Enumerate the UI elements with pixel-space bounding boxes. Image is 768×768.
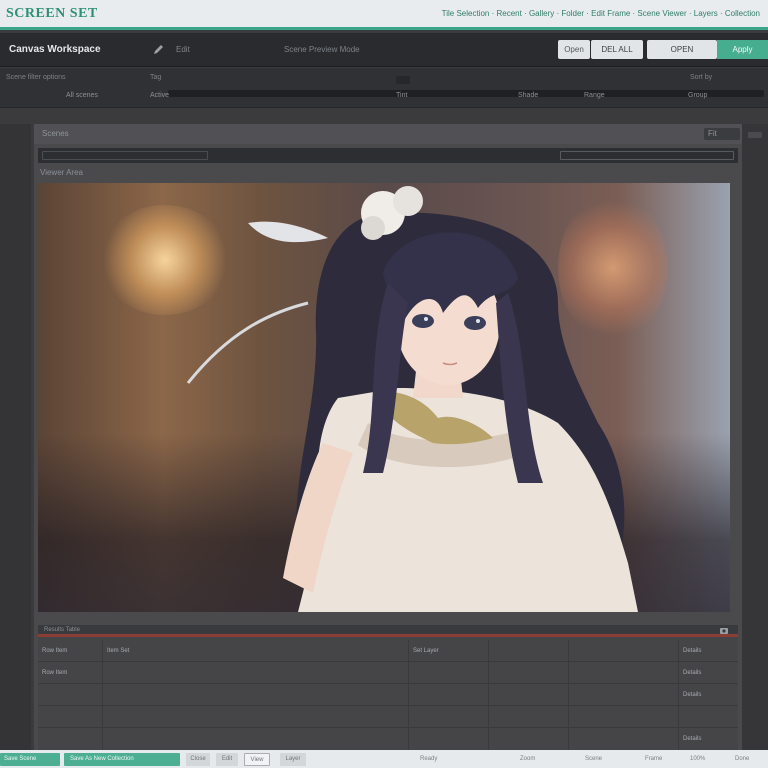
right-rail bbox=[742, 124, 768, 750]
table-cell: Set Layer bbox=[408, 640, 488, 662]
fit-toggle[interactable]: Fit bbox=[704, 128, 740, 140]
table-cell bbox=[102, 684, 408, 706]
path-field[interactable] bbox=[560, 151, 734, 160]
table-cell bbox=[408, 662, 488, 684]
rail-handle[interactable] bbox=[748, 132, 762, 138]
filter-row: Scene filter options Tag Sort by All sce… bbox=[0, 68, 768, 108]
table-header-bar: Results Table bbox=[38, 625, 738, 637]
edit-button[interactable]: Edit bbox=[216, 753, 238, 766]
table-cell: Row Item bbox=[42, 670, 68, 676]
close-button[interactable]: Close bbox=[186, 753, 210, 766]
table-cell bbox=[488, 728, 568, 750]
table-title: Results Table bbox=[44, 627, 80, 633]
table-cell: Row Item bbox=[42, 648, 68, 654]
apply-button[interactable]: Apply bbox=[717, 40, 768, 59]
table-cell bbox=[568, 640, 678, 662]
table-cell bbox=[568, 662, 678, 684]
table-cell bbox=[102, 728, 408, 750]
status-text: Zoom bbox=[520, 756, 536, 762]
table-body: Row Item Item Set Set Layer Details Row … bbox=[38, 640, 738, 750]
table-cell bbox=[488, 662, 568, 684]
top-title-strip: SCREEN SET Tile Selection · Recent · Gal… bbox=[0, 0, 768, 30]
table-cell bbox=[102, 662, 408, 684]
toolbar-hint: Edit bbox=[176, 45, 190, 54]
status-text: Done bbox=[735, 756, 750, 762]
table-cell bbox=[568, 684, 678, 706]
filter-chip[interactable]: Shade bbox=[518, 92, 538, 99]
filter-toggle[interactable] bbox=[396, 76, 410, 84]
left-sidebar-strip bbox=[0, 124, 31, 750]
filter-label: Sort by bbox=[690, 74, 713, 81]
table-cell bbox=[38, 706, 102, 728]
save-scene-button[interactable]: Save Scene bbox=[0, 753, 60, 766]
filter-chip[interactable]: Tint bbox=[396, 92, 407, 99]
table-row[interactable]: Details bbox=[38, 684, 738, 706]
save-as-collection-button[interactable]: Save As New Collection bbox=[64, 753, 180, 766]
table-row[interactable]: Details bbox=[38, 728, 738, 750]
scene-panel: Scenes Fit Viewer Area Results Table Row… bbox=[34, 124, 742, 750]
table-cell bbox=[678, 706, 738, 728]
pencil-icon[interactable] bbox=[152, 42, 166, 56]
app-title: Canvas Workspace bbox=[9, 44, 101, 55]
search-input[interactable] bbox=[42, 151, 208, 160]
open-dialog-button[interactable]: OPEN bbox=[647, 40, 717, 59]
filter-slider-track[interactable] bbox=[168, 90, 764, 97]
panel-subbar bbox=[38, 148, 738, 163]
filter-chip[interactable]: Range bbox=[584, 92, 605, 99]
delete-all-button[interactable]: DEL ALL bbox=[591, 40, 643, 59]
table-row[interactable]: Row Item Details bbox=[38, 662, 738, 684]
table-cell bbox=[488, 706, 568, 728]
table-cell bbox=[408, 728, 488, 750]
status-text: Ready bbox=[420, 756, 438, 762]
panel-header: Scenes Fit bbox=[34, 124, 742, 144]
layer-button[interactable]: Layer bbox=[280, 753, 306, 766]
brand-logo-text: SCREEN SET bbox=[6, 6, 98, 21]
table-cell bbox=[38, 684, 102, 706]
filter-chip[interactable]: Group bbox=[688, 92, 707, 99]
status-text: Scene bbox=[585, 756, 603, 762]
table-cell: Details bbox=[678, 684, 738, 706]
view-button[interactable]: View bbox=[244, 753, 270, 766]
viewer-caption: Viewer Area bbox=[40, 168, 83, 177]
filter-chip[interactable]: All scenes bbox=[66, 92, 98, 99]
table-cell bbox=[102, 706, 408, 728]
filter-chip[interactable]: Active bbox=[150, 92, 169, 99]
table-cell: Details bbox=[678, 728, 738, 750]
filter-label: Tag bbox=[150, 74, 162, 81]
results-table: Results Table Row Item Item Set Set Laye… bbox=[38, 625, 738, 750]
table-cell: Details bbox=[678, 662, 738, 684]
panel-title: Scenes bbox=[42, 129, 69, 138]
status-text: Frame bbox=[645, 756, 663, 762]
toolbar-mode-text: Scene Preview Mode bbox=[284, 45, 360, 54]
table-cell: Details bbox=[678, 640, 738, 662]
open-button[interactable]: Open bbox=[558, 40, 590, 59]
table-cell bbox=[568, 706, 678, 728]
fit-toggle-label: Fit bbox=[708, 129, 717, 138]
table-cell bbox=[488, 684, 568, 706]
anime-girl-illustration bbox=[186, 186, 638, 612]
zoom-level: 100% bbox=[690, 756, 706, 762]
table-cell bbox=[408, 684, 488, 706]
camera-icon[interactable] bbox=[720, 627, 728, 634]
filter-label: Scene filter options bbox=[6, 74, 66, 81]
breadcrumb[interactable]: Tile Selection · Recent · Gallery · Fold… bbox=[442, 9, 760, 18]
image-viewport[interactable] bbox=[38, 183, 730, 612]
footer-bar: Save Scene Save As New Collection Close … bbox=[0, 750, 768, 768]
table-cell bbox=[38, 728, 102, 750]
table-row[interactable] bbox=[38, 706, 738, 728]
table-row[interactable]: Row Item Item Set Set Layer Details bbox=[38, 640, 738, 662]
main-toolbar: Canvas Workspace Edit Scene Preview Mode… bbox=[0, 33, 768, 67]
table-cell: Item Set bbox=[102, 640, 408, 662]
table-cell bbox=[488, 640, 568, 662]
table-cell bbox=[408, 706, 488, 728]
table-cell bbox=[568, 728, 678, 750]
